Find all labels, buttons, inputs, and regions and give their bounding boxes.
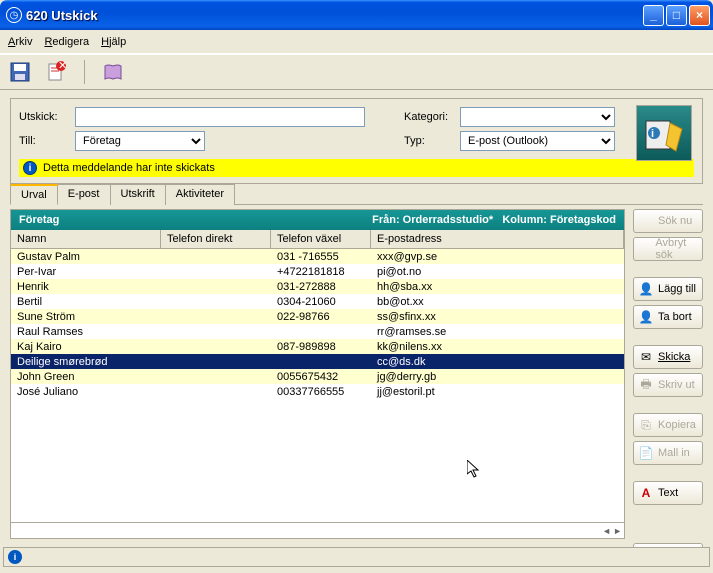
grid-title: Företag	[19, 214, 372, 226]
table-row[interactable]: Bertil0304-21060bb@ot.xx	[11, 294, 624, 309]
warning-bar: i Detta meddelande har inte skickats	[19, 159, 694, 177]
template-icon: 📄	[638, 445, 654, 461]
table-row[interactable]: Raul Ramsesrr@ramses.se	[11, 324, 624, 339]
book-icon[interactable]	[101, 60, 125, 84]
table-row[interactable]: Henrik031-272888hh@sba.xx	[11, 279, 624, 294]
grid-header: Företag Från: Orderradsstudio* Kolumn: F…	[11, 210, 624, 230]
kategori-select[interactable]	[460, 107, 615, 127]
table-row[interactable]: Sune Ström022-98766ss@sfinx.xx	[11, 309, 624, 324]
scroll-left-icon[interactable]: ◄	[602, 526, 611, 536]
col-namn[interactable]: Namn	[11, 230, 161, 248]
laggtill-button[interactable]: 👤Lägg till	[633, 277, 703, 301]
person-remove-icon: 👤	[638, 309, 654, 325]
text-icon: A	[638, 485, 654, 501]
grid-footer: ◄ ►	[11, 522, 624, 538]
table-row[interactable]: Deilige smørebrødcc@ds.dk	[11, 354, 624, 369]
typ-label: Typ:	[404, 135, 454, 147]
tab-aktiviteter[interactable]: Aktiviteter	[165, 184, 235, 205]
info-icon: i	[23, 161, 37, 175]
warning-text: Detta meddelande har inte skickats	[43, 162, 215, 174]
col-vaxel[interactable]: Telefon växel	[271, 230, 371, 248]
close-button[interactable]: ×	[689, 5, 710, 26]
save-icon[interactable]	[8, 60, 32, 84]
maximize-button[interactable]: □	[666, 5, 687, 26]
menubar: Arkiv Redigera Hjälp	[0, 30, 713, 54]
status-info-icon: i	[8, 550, 22, 564]
table-row[interactable]: José Juliano00337766555jj@estoril.pt	[11, 384, 624, 399]
text-button[interactable]: AText	[633, 481, 703, 505]
svg-text:i: i	[651, 128, 654, 140]
separator	[84, 60, 85, 84]
table-row[interactable]: John Green0055675432jg@derry.gb	[11, 369, 624, 384]
grid-body[interactable]: Gustav Palm031 -716555xxx@gvp.sePer-Ivar…	[11, 249, 624, 522]
minimize-button[interactable]: _	[643, 5, 664, 26]
copy-icon: ⎘	[638, 417, 654, 433]
utskick-input[interactable]	[75, 107, 365, 127]
titlebar: ◷ 620 Utskick _ □ ×	[0, 0, 713, 30]
statusbar: i	[3, 547, 710, 567]
print-icon: 🖶	[638, 377, 654, 393]
kopiera-button: ⎘Kopiera	[633, 413, 703, 437]
person-add-icon: 👤	[638, 281, 654, 297]
menu-hjalp[interactable]: Hjälp	[101, 36, 126, 48]
soknu-button: Sök nu	[633, 209, 703, 233]
skicka-button[interactable]: ✉Skicka	[633, 345, 703, 369]
typ-select[interactable]: E-post (Outlook)	[460, 131, 615, 151]
skrivut-button: 🖶Skriv ut	[633, 373, 703, 397]
tab-utskrift[interactable]: Utskrift	[110, 184, 166, 205]
app-icon: ◷	[6, 7, 22, 23]
till-label: Till:	[19, 135, 69, 147]
window-title: 620 Utskick	[26, 8, 641, 23]
form-panel: Utskick: Kategori: Till: Företag Typ: E-…	[10, 98, 703, 184]
till-select[interactable]: Företag	[75, 131, 205, 151]
delete-document-icon[interactable]: ✕	[44, 60, 68, 84]
scroll-right-icon[interactable]: ►	[613, 526, 622, 536]
kategori-label: Kategori:	[404, 111, 454, 123]
col-direkt[interactable]: Telefon direkt	[161, 230, 271, 248]
tabort-button[interactable]: 👤Ta bort	[633, 305, 703, 329]
table-row[interactable]: Gustav Palm031 -716555xxx@gvp.se	[11, 249, 624, 264]
toolbar: ✕	[0, 54, 713, 90]
mallin-button: 📄Mall in	[633, 441, 703, 465]
table-row[interactable]: Kaj Kairo087-989898kk@nilens.xx	[11, 339, 624, 354]
side-buttons: Sök nu Avbryt sök 👤Lägg till 👤Ta bort ✉S…	[633, 209, 703, 567]
grid-fran: Från: Orderradsstudio* Kolumn: Företagsk…	[372, 214, 616, 226]
svg-text:✕: ✕	[58, 61, 67, 72]
menu-redigera[interactable]: Redigera	[44, 36, 89, 48]
grid-columns: Namn Telefon direkt Telefon växel E-post…	[11, 230, 624, 249]
tab-epost[interactable]: E-post	[57, 184, 111, 205]
panel-image: i	[636, 105, 692, 161]
menu-arkiv[interactable]: Arkiv	[8, 36, 32, 48]
data-grid: Företag Från: Orderradsstudio* Kolumn: F…	[10, 209, 625, 539]
table-row[interactable]: Per-Ivar+4722181818pi@ot.no	[11, 264, 624, 279]
tab-urval[interactable]: Urval	[10, 184, 58, 205]
col-epost[interactable]: E-postadress	[371, 230, 624, 248]
utskick-label: Utskick:	[19, 111, 69, 123]
tabs: Urval E-post Utskrift Aktiviteter	[10, 183, 703, 205]
send-icon: ✉	[638, 349, 654, 365]
avbryt-button: Avbryt sök	[633, 237, 703, 261]
